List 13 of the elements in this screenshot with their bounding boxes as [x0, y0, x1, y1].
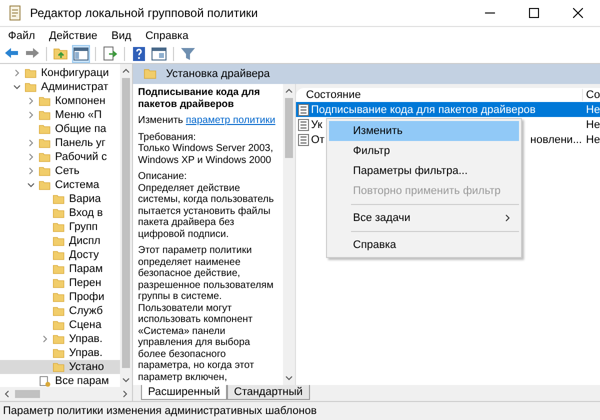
requirements-text: Только Windows Server 2003, Windows XP и Windows 2000: [138, 143, 274, 166]
table-cell-text: Не: [585, 132, 600, 147]
table-cell-text: Не: [585, 118, 600, 132]
window-title: Редактор локальной групповой политики: [30, 6, 259, 20]
table-cell: Не: [583, 102, 600, 117]
edit-label: Изменить: [138, 115, 184, 126]
description-text: Определяет действие системы, когда пользователь пытается установить файлы пакета драйвера без цифровой подписи.: [138, 182, 275, 240]
status-bar: Параметр политики изменения административных шаблонов: [0, 401, 600, 420]
section-title: Установка драйвера: [166, 68, 270, 80]
policy-title: Подписывание кода для пакетов драйверов: [138, 87, 261, 110]
details-text: Этот параметр политики определяет наименее безопасное действие, разрешенное пользователям группы в системе. Пользователи могут использовать компонент «Система» панели управления для выбора более безопасного параметра, но когда этот параметр включен,: [138, 245, 274, 383]
description-label: Описание:: [138, 171, 188, 182]
requirements-label: Требования:: [138, 132, 197, 143]
